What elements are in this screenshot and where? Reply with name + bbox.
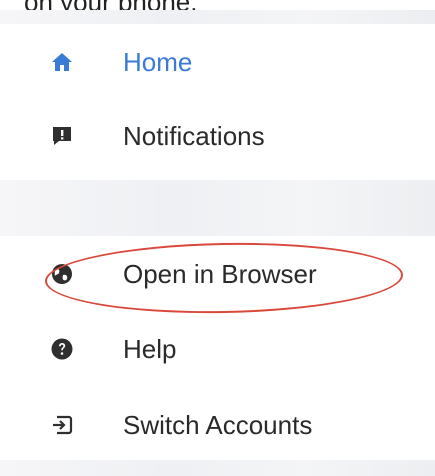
menu-item-help[interactable]: Help bbox=[0, 319, 435, 379]
menu-item-label: Help bbox=[123, 333, 177, 364]
menu-item-notifications[interactable]: Notifications bbox=[0, 106, 435, 166]
help-icon bbox=[50, 337, 74, 361]
menu-item-open-in-browser[interactable]: Open in Browser bbox=[0, 244, 435, 304]
menu-item-label: Open in Browser bbox=[123, 258, 317, 289]
globe-icon bbox=[50, 262, 74, 286]
notification-alert-icon bbox=[50, 124, 74, 148]
side-menu: Home Notifications Open in Browser Help … bbox=[0, 0, 435, 476]
menu-item-switch-accounts[interactable]: Switch Accounts bbox=[0, 395, 435, 455]
menu-item-label: Home bbox=[123, 46, 193, 77]
home-icon bbox=[50, 50, 74, 74]
menu-item-label: Notifications bbox=[123, 120, 265, 151]
switch-account-icon bbox=[50, 413, 74, 437]
menu-item-home[interactable]: Home bbox=[0, 32, 435, 92]
menu-item-label: Switch Accounts bbox=[123, 409, 313, 440]
